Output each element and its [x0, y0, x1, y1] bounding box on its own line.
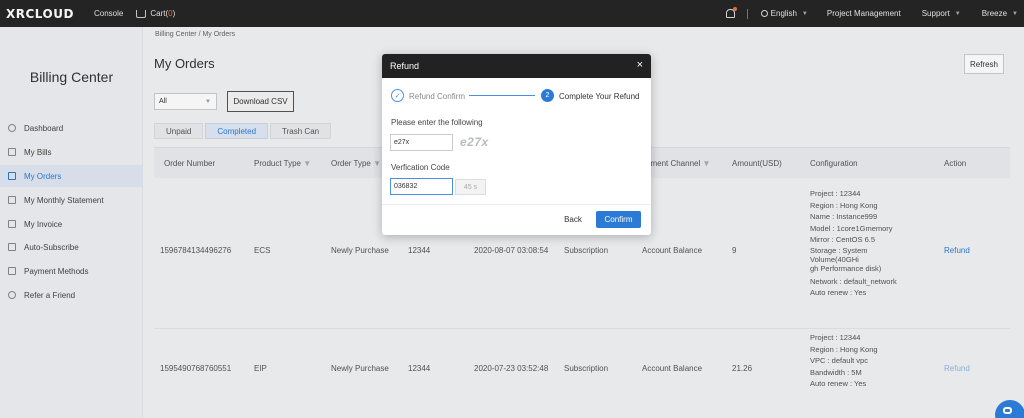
step-1-label: Refund Confirm [409, 92, 466, 101]
step-connector [469, 95, 535, 96]
dialog-header: Refund × [382, 54, 651, 78]
resend-code-timer-button[interactable]: 45 s [455, 179, 486, 195]
step-2-number: 2 [541, 89, 554, 102]
step-2-label: Complete Your Refund [559, 92, 640, 101]
back-button[interactable]: Back [558, 211, 588, 227]
captcha-image[interactable]: e27x [460, 135, 489, 149]
close-icon[interactable]: × [637, 60, 643, 71]
verification-code-label: Verfication Code [391, 163, 450, 172]
dialog-title: Refund [390, 61, 420, 71]
divider [382, 204, 651, 205]
confirm-button[interactable]: Confirm [596, 211, 641, 228]
verification-code-input[interactable]: 036832 [390, 178, 453, 195]
captcha-prompt: Please enter the following [391, 118, 483, 127]
refund-steps: ✓ Refund Confirm 2 Complete Your Refund [391, 89, 643, 103]
captcha-input[interactable]: e27x [390, 134, 453, 151]
chat-icon [1003, 407, 1012, 414]
check-icon: ✓ [391, 89, 404, 102]
refund-dialog: Refund × ✓ Refund Confirm 2 Complete You… [382, 54, 651, 235]
chat-support-button[interactable] [995, 400, 1024, 418]
